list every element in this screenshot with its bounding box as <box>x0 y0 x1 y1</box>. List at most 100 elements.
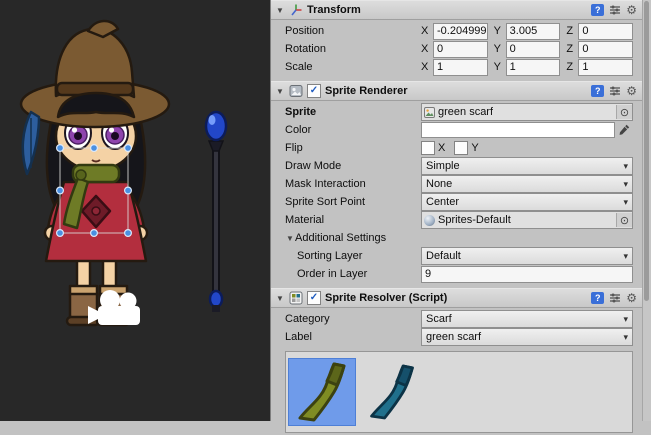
sprite-resolver-header[interactable]: ▼ ✓ Sprite Resolver (Script) ? <box>271 288 643 308</box>
field-label: Flip <box>285 142 421 154</box>
object-picker-icon[interactable]: ⊙ <box>616 213 632 227</box>
category-dropdown[interactable]: Scarf ▾ <box>421 310 633 328</box>
material-row: Material Sprites-Default ⊙ <box>271 211 643 229</box>
draw-mode-dropdown[interactable]: Simple ▾ <box>421 157 633 175</box>
help-book-icon[interactable]: ? <box>591 85 604 97</box>
transform-component: ▼ Transform ? ⚙ <box>271 0 643 78</box>
axis-z-label[interactable]: Z <box>566 43 575 55</box>
position-row: Position X -0.204999 Y 3.005 Z 0 <box>271 22 643 40</box>
axis-y-label[interactable]: Y <box>494 25 503 37</box>
rotation-z-field[interactable]: 0 <box>578 41 633 58</box>
presets-icon[interactable] <box>609 4 621 16</box>
position-x-field[interactable]: -0.204999 <box>433 23 488 40</box>
scale-x-field[interactable]: 1 <box>433 59 488 76</box>
field-label: Sorting Layer <box>297 250 421 262</box>
axis-x-label[interactable]: X <box>421 43 430 55</box>
sprite-resolver-icon <box>289 291 303 305</box>
material-object-field[interactable]: Sprites-Default ⊙ <box>421 211 633 229</box>
scene-view[interactable] <box>0 0 271 421</box>
field-label: Sprite Sort Point <box>285 196 421 208</box>
axis-y-label[interactable]: Y <box>494 61 503 73</box>
flip-y-checkbox[interactable] <box>454 141 468 155</box>
help-book-icon[interactable]: ? <box>591 4 604 16</box>
object-picker-icon[interactable]: ⊙ <box>616 105 632 119</box>
sprite-resolver-component: ▼ ✓ Sprite Resolver (Script) ? <box>271 288 643 435</box>
scale-row: Scale X 1 Y 1 Z 1 <box>271 58 643 76</box>
axis-x-label[interactable]: X <box>421 25 430 37</box>
field-label: Scale <box>285 61 421 73</box>
chevron-down-icon: ▾ <box>623 161 628 172</box>
foldout-icon[interactable]: ▼ <box>275 6 285 15</box>
axis-z-label[interactable]: Z <box>566 61 575 73</box>
additional-settings-label[interactable]: Additional Settings <box>295 232 386 244</box>
draw-mode-row: Draw Mode Simple ▾ <box>271 157 643 175</box>
mask-interaction-dropdown[interactable]: None ▾ <box>421 175 633 193</box>
rotation-row: Rotation X 0 Y 0 Z 0 <box>271 40 643 58</box>
component-enabled-checkbox[interactable]: ✓ <box>307 291 321 305</box>
sprite-variant-green-scarf[interactable] <box>289 359 355 425</box>
field-label: Mask Interaction <box>285 178 421 190</box>
field-label: Order in Layer <box>297 268 421 280</box>
field-label: Position <box>285 25 421 37</box>
gear-icon[interactable]: ⚙ <box>626 292 637 304</box>
foldout-icon[interactable]: ▼ <box>275 294 285 303</box>
presets-icon[interactable] <box>609 85 621 97</box>
chevron-down-icon: ▾ <box>623 197 628 208</box>
component-title: Sprite Resolver (Script) <box>325 292 447 304</box>
presets-icon[interactable] <box>609 292 621 304</box>
axis-z-label[interactable]: Z <box>566 25 575 37</box>
field-label: Sprite <box>285 106 421 118</box>
sprite-object-name: green scarf <box>438 106 493 118</box>
field-label: Category <box>285 313 421 325</box>
field-label: Material <box>285 214 421 226</box>
sprite-object-field[interactable]: green scarf ⊙ <box>421 103 633 121</box>
gear-icon[interactable]: ⚙ <box>626 4 637 16</box>
help-book-icon[interactable]: ? <box>591 292 604 304</box>
scrollbar-thumb[interactable] <box>644 1 649 301</box>
character-sprite <box>21 21 169 325</box>
component-enabled-checkbox[interactable]: ✓ <box>307 84 321 98</box>
label-row: Label green scarf ▾ <box>271 328 643 346</box>
color-row: Color <box>271 121 643 139</box>
position-y-field[interactable]: 3.005 <box>506 23 561 40</box>
sprite-sort-point-dropdown[interactable]: Center ▾ <box>421 193 633 211</box>
foldout-icon[interactable]: ▼ <box>285 234 295 243</box>
component-title: Sprite Renderer <box>325 85 408 97</box>
rotation-x-field[interactable]: 0 <box>433 41 488 58</box>
sprite-renderer-header[interactable]: ▼ ✓ Sprite Renderer ? <box>271 81 643 101</box>
chevron-down-icon: ▾ <box>623 314 628 325</box>
gear-icon[interactable]: ⚙ <box>626 85 637 97</box>
label-dropdown[interactable]: green scarf ▾ <box>421 328 633 346</box>
flip-x-checkbox[interactable] <box>421 141 435 155</box>
staff-sprite <box>206 112 226 312</box>
sprite-renderer-component: ▼ ✓ Sprite Renderer ? <box>271 81 643 285</box>
component-title: Transform <box>307 4 361 16</box>
scene-canvas <box>0 0 271 421</box>
transform-icon <box>289 3 303 17</box>
order-in-layer-field[interactable]: 9 <box>421 266 633 283</box>
flip-row: Flip X Y <box>271 139 643 157</box>
transform-header[interactable]: ▼ Transform ? ⚙ <box>271 0 643 20</box>
sprite-variant-teal-scarf[interactable] <box>359 359 425 425</box>
scale-z-field[interactable]: 1 <box>578 59 633 76</box>
order-in-layer-row: Order in Layer 9 <box>271 265 643 283</box>
flip-y-label: Y <box>471 142 478 154</box>
flip-x-label: X <box>438 142 445 154</box>
mask-interaction-row: Mask Interaction None ▾ <box>271 175 643 193</box>
sprite-thumb-icon <box>424 107 435 118</box>
sprite-sort-point-row: Sprite Sort Point Center ▾ <box>271 193 643 211</box>
rotation-y-field[interactable]: 0 <box>506 41 561 58</box>
foldout-icon[interactable]: ▼ <box>275 87 285 96</box>
additional-settings-row: ▼ Additional Settings <box>271 229 643 247</box>
axis-y-label[interactable]: Y <box>494 43 503 55</box>
axis-x-label[interactable]: X <box>421 61 430 73</box>
scale-y-field[interactable]: 1 <box>506 59 561 76</box>
eyedropper-icon[interactable] <box>615 124 633 136</box>
field-label: Rotation <box>285 43 421 55</box>
chevron-down-icon: ▾ <box>623 332 628 343</box>
material-object-name: Sprites-Default <box>438 214 511 226</box>
sorting-layer-dropdown[interactable]: Default ▾ <box>421 247 633 265</box>
color-swatch[interactable] <box>421 122 615 138</box>
inspector-scrollbar[interactable] <box>642 0 651 421</box>
position-z-field[interactable]: 0 <box>578 23 633 40</box>
